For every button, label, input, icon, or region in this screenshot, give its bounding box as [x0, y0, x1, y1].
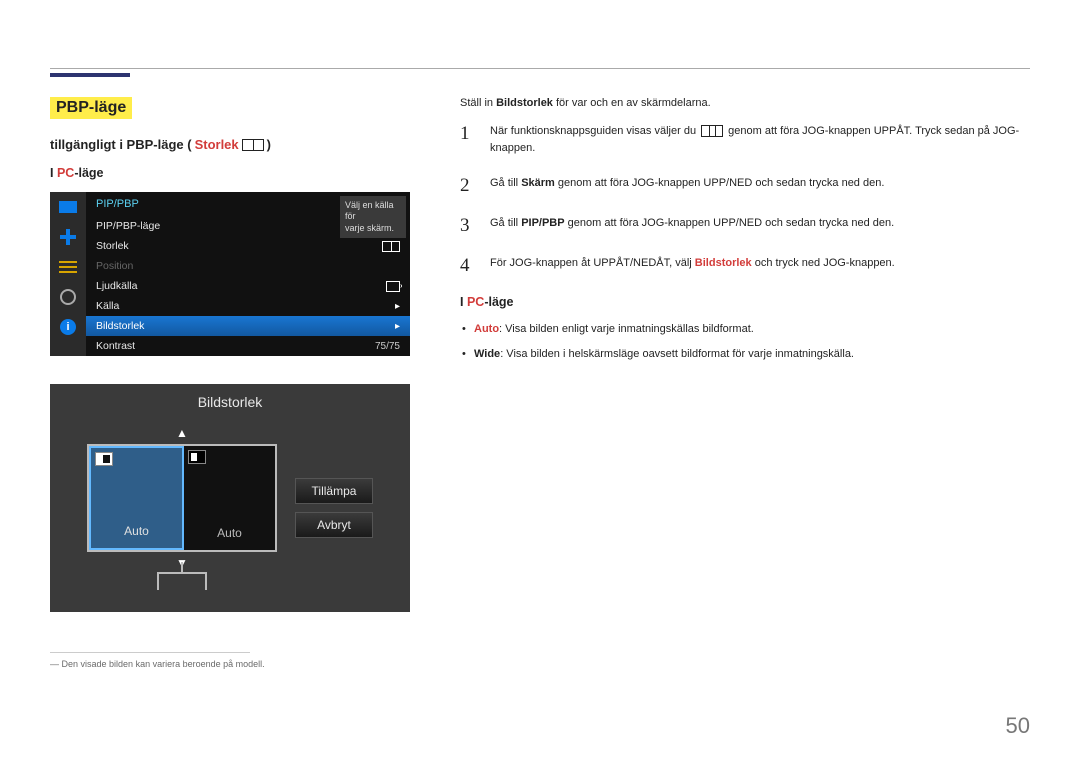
- section-title: PBP-läge: [50, 97, 132, 119]
- pc-mode-label-left: I PC-läge: [50, 166, 420, 180]
- page-number: 50: [1006, 713, 1030, 739]
- sound-mini-icon: [386, 281, 400, 292]
- chevron-right-icon: ▸: [395, 301, 400, 312]
- steps-list: 1 När funktionsknappsguiden visas väljer…: [460, 123, 1030, 277]
- chevron-right-icon: ▸: [395, 321, 400, 332]
- osd-row-ljudkalla[interactable]: Ljudkälla: [86, 276, 410, 296]
- preview-panel: Bildstorlek ▲ Auto Auto: [50, 384, 410, 612]
- subheading: tillgängligt i PBP-läge ( Storlek ): [50, 137, 420, 152]
- osd-row-position: Position: [86, 256, 410, 276]
- pbp-mini-icon: [382, 241, 400, 252]
- osd-row-storlek[interactable]: Storlek: [86, 236, 410, 256]
- step-4: 4 För JOG-knappen åt UPPÅT/NEDÅT, välj B…: [460, 255, 1030, 277]
- osd-row-kalla[interactable]: Källa ▸: [86, 296, 410, 316]
- cancel-button[interactable]: Avbryt: [295, 512, 373, 538]
- list-icon: [56, 255, 80, 279]
- gear-icon: [56, 285, 80, 309]
- osd-menu: i Välj en källa för varje skärm. PIP/PBP…: [50, 192, 410, 356]
- screen-icon: [56, 195, 80, 219]
- osd-row-kontrast[interactable]: Kontrast 75/75: [86, 336, 410, 356]
- osd-row-bildstorlek[interactable]: Bildstorlek ▸: [86, 316, 410, 336]
- monitor-preview: Auto Auto: [87, 444, 277, 552]
- osd-tooltip: Välj en källa för varje skärm.: [340, 196, 406, 238]
- menu-grid-icon: [701, 125, 723, 137]
- aspect-icon: [95, 452, 113, 466]
- pbp-split-icon: [242, 139, 264, 151]
- subhead-suffix: ): [267, 137, 271, 152]
- osd-sidebar: i: [50, 192, 86, 356]
- step-2: 2 Gå till Skärm genom att föra JOG-knapp…: [460, 175, 1030, 197]
- lead-text: Ställ in Bildstorlek för var och en av s…: [460, 97, 1030, 109]
- monitor-stand: [157, 572, 207, 590]
- preview-title: Bildstorlek: [50, 384, 410, 426]
- step-3: 3 Gå till PIP/PBP genom att föra JOG-kna…: [460, 215, 1030, 237]
- chevron-up-icon[interactable]: ▲: [176, 426, 188, 440]
- bullet-list: Auto: Visa bilden enligt varje inmatning…: [460, 321, 1030, 362]
- preview-left-half[interactable]: Auto: [89, 446, 184, 550]
- subhead-prefix: tillgängligt i PBP-läge (: [50, 137, 192, 152]
- joystick-icon: [56, 225, 80, 249]
- subhead-storlek: Storlek: [195, 137, 239, 152]
- aspect-icon: [188, 450, 206, 464]
- apply-button[interactable]: Tillämpa: [295, 478, 373, 504]
- bullet-wide: Wide: Visa bilden i helskärmsläge oavset…: [460, 346, 1030, 363]
- footnote: ― Den visade bilden kan variera beroende…: [50, 659, 420, 669]
- step-1: 1 När funktionsknappsguiden visas väljer…: [460, 123, 1030, 157]
- preview-right-half[interactable]: Auto: [184, 446, 275, 550]
- bullet-auto: Auto: Visa bilden enligt varje inmatning…: [460, 321, 1030, 338]
- pc-mode-label-right: I PC-läge: [460, 295, 1030, 309]
- info-icon: i: [56, 315, 80, 339]
